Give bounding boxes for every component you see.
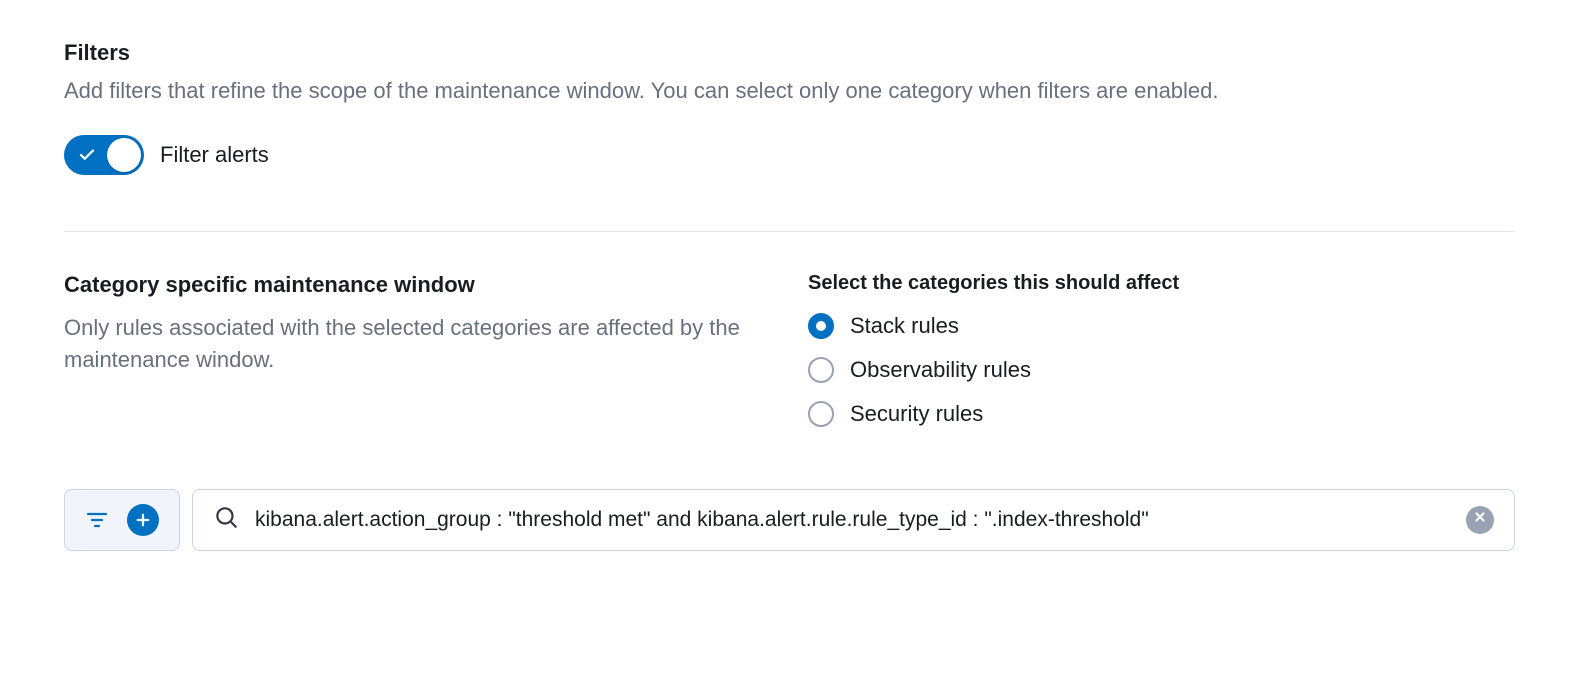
category-title: Category specific maintenance window — [64, 272, 744, 298]
section-divider — [64, 231, 1515, 232]
add-filter-button[interactable] — [127, 504, 159, 536]
category-section: Category specific maintenance window Onl… — [64, 272, 1515, 445]
filters-section: Filters Add filters that refine the scop… — [64, 40, 1515, 175]
radio-security-rules[interactable]: Security rules — [808, 401, 1515, 427]
filter-alerts-toggle[interactable] — [64, 135, 144, 175]
radio-observability-rules[interactable]: Observability rules — [808, 357, 1515, 383]
filter-menu-button[interactable] — [85, 508, 109, 532]
radio-icon — [808, 313, 834, 339]
radio-label: Stack rules — [850, 313, 959, 339]
toggle-knob — [107, 138, 141, 172]
category-radio-column: Select the categories this should affect… — [808, 272, 1515, 445]
filter-bar — [64, 489, 1515, 551]
category-description: Only rules associated with the selected … — [64, 312, 744, 376]
radio-icon — [808, 401, 834, 427]
radio-icon — [808, 357, 834, 383]
check-icon — [78, 146, 96, 164]
filters-title: Filters — [64, 40, 1515, 66]
radio-stack-rules[interactable]: Stack rules — [808, 313, 1515, 339]
query-input[interactable] — [255, 508, 1450, 532]
filters-description: Add filters that refine the scope of the… — [64, 76, 1515, 107]
radio-group-title: Select the categories this should affect — [808, 272, 1515, 295]
close-icon — [1473, 510, 1487, 529]
category-description-column: Category specific maintenance window Onl… — [64, 272, 744, 445]
filter-alerts-toggle-row: Filter alerts — [64, 135, 1515, 175]
clear-query-button[interactable] — [1466, 506, 1494, 534]
search-icon — [213, 504, 239, 535]
plus-circle-icon — [127, 504, 159, 536]
radio-label: Security rules — [850, 401, 983, 427]
query-search-box — [192, 489, 1515, 551]
filter-alerts-toggle-label: Filter alerts — [160, 142, 269, 168]
filter-buttons-group — [64, 489, 180, 551]
radio-label: Observability rules — [850, 357, 1031, 383]
